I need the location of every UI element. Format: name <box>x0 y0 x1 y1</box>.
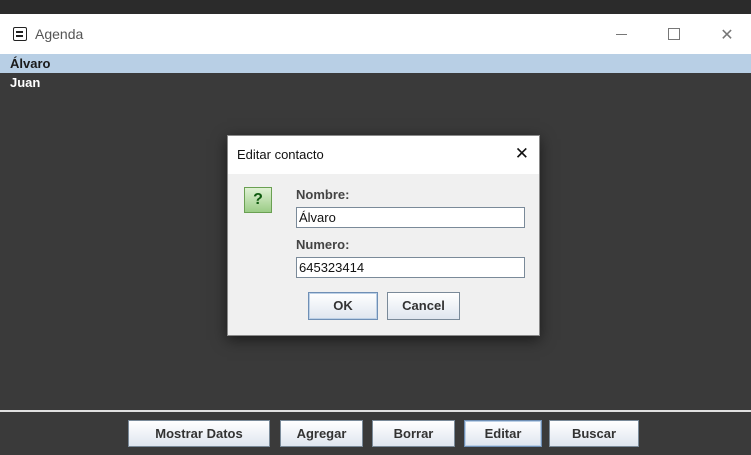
close-button[interactable]: ✕ <box>704 14 750 54</box>
edit-button[interactable]: Editar <box>464 420 542 447</box>
maximize-button[interactable] <box>651 14 697 54</box>
edit-contact-dialog: Editar contacto ✕ ? Nombre: Álvaro Numer… <box>227 135 540 336</box>
delete-button[interactable]: Borrar <box>372 420 455 447</box>
window-title: Agenda <box>35 26 84 42</box>
show-data-button[interactable]: Mostrar Datos <box>128 420 270 447</box>
minimize-icon <box>615 33 627 35</box>
list-item[interactable]: Álvaro <box>0 54 751 73</box>
name-field[interactable]: Álvaro <box>296 207 525 228</box>
dialog-titlebar: Editar contacto ✕ <box>228 136 539 174</box>
window-titlebar: Agenda ✕ <box>0 14 751 54</box>
ok-button[interactable]: OK <box>308 292 378 320</box>
maximize-icon <box>668 28 680 40</box>
dialog-title: Editar contacto <box>237 147 324 162</box>
contacts-app-icon <box>13 27 27 41</box>
button-bar: Mostrar Datos Agregar Borrar Editar Busc… <box>0 412 751 455</box>
name-label: Nombre: <box>296 187 350 202</box>
number-label: Numero: <box>296 237 350 252</box>
number-field[interactable]: 645323414 <box>296 257 525 278</box>
search-button[interactable]: Buscar <box>549 420 639 447</box>
cancel-button[interactable]: Cancel <box>387 292 460 320</box>
minimize-button[interactable] <box>598 14 644 54</box>
question-icon: ? <box>244 187 272 213</box>
background-strip <box>0 0 751 14</box>
dialog-close-icon[interactable]: ✕ <box>515 144 529 164</box>
list-item[interactable]: Juan <box>0 73 751 92</box>
add-button[interactable]: Agregar <box>280 420 363 447</box>
close-icon: ✕ <box>720 24 734 44</box>
